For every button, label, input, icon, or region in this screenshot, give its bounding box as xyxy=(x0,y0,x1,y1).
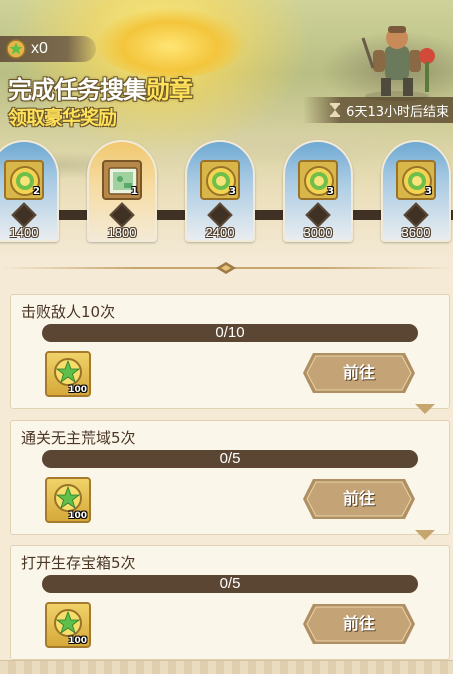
milestone-reward[interactable]: 1 xyxy=(102,160,142,200)
milestone-reward[interactable]: 3 xyxy=(200,160,240,200)
milestone-1800[interactable]: 1 1800 xyxy=(87,140,157,242)
milestone-reward[interactable]: 3 xyxy=(396,160,436,200)
go-button-label: 前往 xyxy=(342,614,375,633)
task-panel: 通关无主荒域5次 0/5 100 前往 xyxy=(10,420,450,540)
event-banner: x0 完成任务搜集勋章 领取豪华奖励 6天13小时后结束 2 1400 1 18… xyxy=(0,0,453,262)
milestone-reward[interactable]: 3 xyxy=(298,160,338,200)
milestone-qty: 2 xyxy=(33,186,40,197)
milestone-1400[interactable]: 2 1400 xyxy=(0,140,59,242)
task-panel: 击败敌人10次 0/10 100 前往 xyxy=(10,294,450,414)
milestone-3600[interactable]: 3 3600 xyxy=(381,140,451,242)
task-title: 通关无主荒域5次 xyxy=(21,429,136,447)
banner-title-main: 完成任务搜集 xyxy=(8,76,147,104)
task-reward[interactable]: 100 xyxy=(45,477,91,523)
go-button-label: 前往 xyxy=(342,489,375,508)
banner-title: 完成任务搜集勋章 xyxy=(8,70,193,105)
reward-qty: 100 xyxy=(68,385,87,395)
timer-text: 6天13小时后结束 xyxy=(346,104,449,120)
medal-counter: x0 xyxy=(0,36,96,62)
footer-pattern xyxy=(0,660,453,674)
go-button[interactable]: 前往 xyxy=(303,479,415,519)
medal-icon xyxy=(6,39,26,59)
milestone-qty: 3 xyxy=(425,186,432,197)
milestone-qty: 3 xyxy=(229,186,236,197)
milestone-value: 2400 xyxy=(205,225,235,240)
progress-text: 0/5 xyxy=(219,450,241,467)
milestone-value: 1400 xyxy=(9,225,39,240)
task-progress-bar: 0/10 xyxy=(42,324,418,342)
task-progress-bar: 0/5 xyxy=(42,575,418,593)
reward-qty: 100 xyxy=(68,511,87,521)
task-reward[interactable]: 100 xyxy=(45,602,91,648)
milestone-value: 3600 xyxy=(401,225,431,240)
banner-subtitle: 领取豪华奖励 xyxy=(8,107,117,129)
panel-corner-ornament-icon xyxy=(415,404,435,414)
hero-character-art xyxy=(361,26,435,101)
task-reward[interactable]: 100 xyxy=(45,351,91,397)
task-title: 击败敌人10次 xyxy=(21,303,116,321)
milestone-reward[interactable]: 2 xyxy=(4,160,44,200)
task-title: 打开生存宝箱5次 xyxy=(21,554,136,572)
milestone-value: 3000 xyxy=(303,225,333,240)
section-divider xyxy=(0,262,453,276)
reward-qty: 100 xyxy=(68,636,87,646)
hourglass-icon xyxy=(330,103,341,117)
task-panel: 打开生存宝箱5次 0/5 100 前往 xyxy=(10,545,450,660)
go-button[interactable]: 前往 xyxy=(303,353,415,393)
progress-text: 0/10 xyxy=(215,324,245,341)
go-button-label: 前往 xyxy=(342,363,375,382)
medal-count: x0 xyxy=(31,40,48,57)
divider-ornament-icon xyxy=(216,262,236,274)
milestone-qty: 1 xyxy=(131,186,138,197)
banner-title-highlight: 勋章 xyxy=(146,76,193,104)
treasure-pile-art xyxy=(95,8,245,78)
go-button[interactable]: 前往 xyxy=(303,604,415,644)
event-timer: 6天13小时后结束 xyxy=(303,97,453,123)
milestone-value: 1800 xyxy=(107,225,137,240)
panel-corner-ornament-icon xyxy=(415,530,435,540)
milestone-3000[interactable]: 3 3000 xyxy=(283,140,353,242)
milestone-qty: 3 xyxy=(327,186,334,197)
progress-text: 0/5 xyxy=(219,575,241,592)
milestone-2400[interactable]: 3 2400 xyxy=(185,140,255,242)
task-progress-bar: 0/5 xyxy=(42,450,418,468)
